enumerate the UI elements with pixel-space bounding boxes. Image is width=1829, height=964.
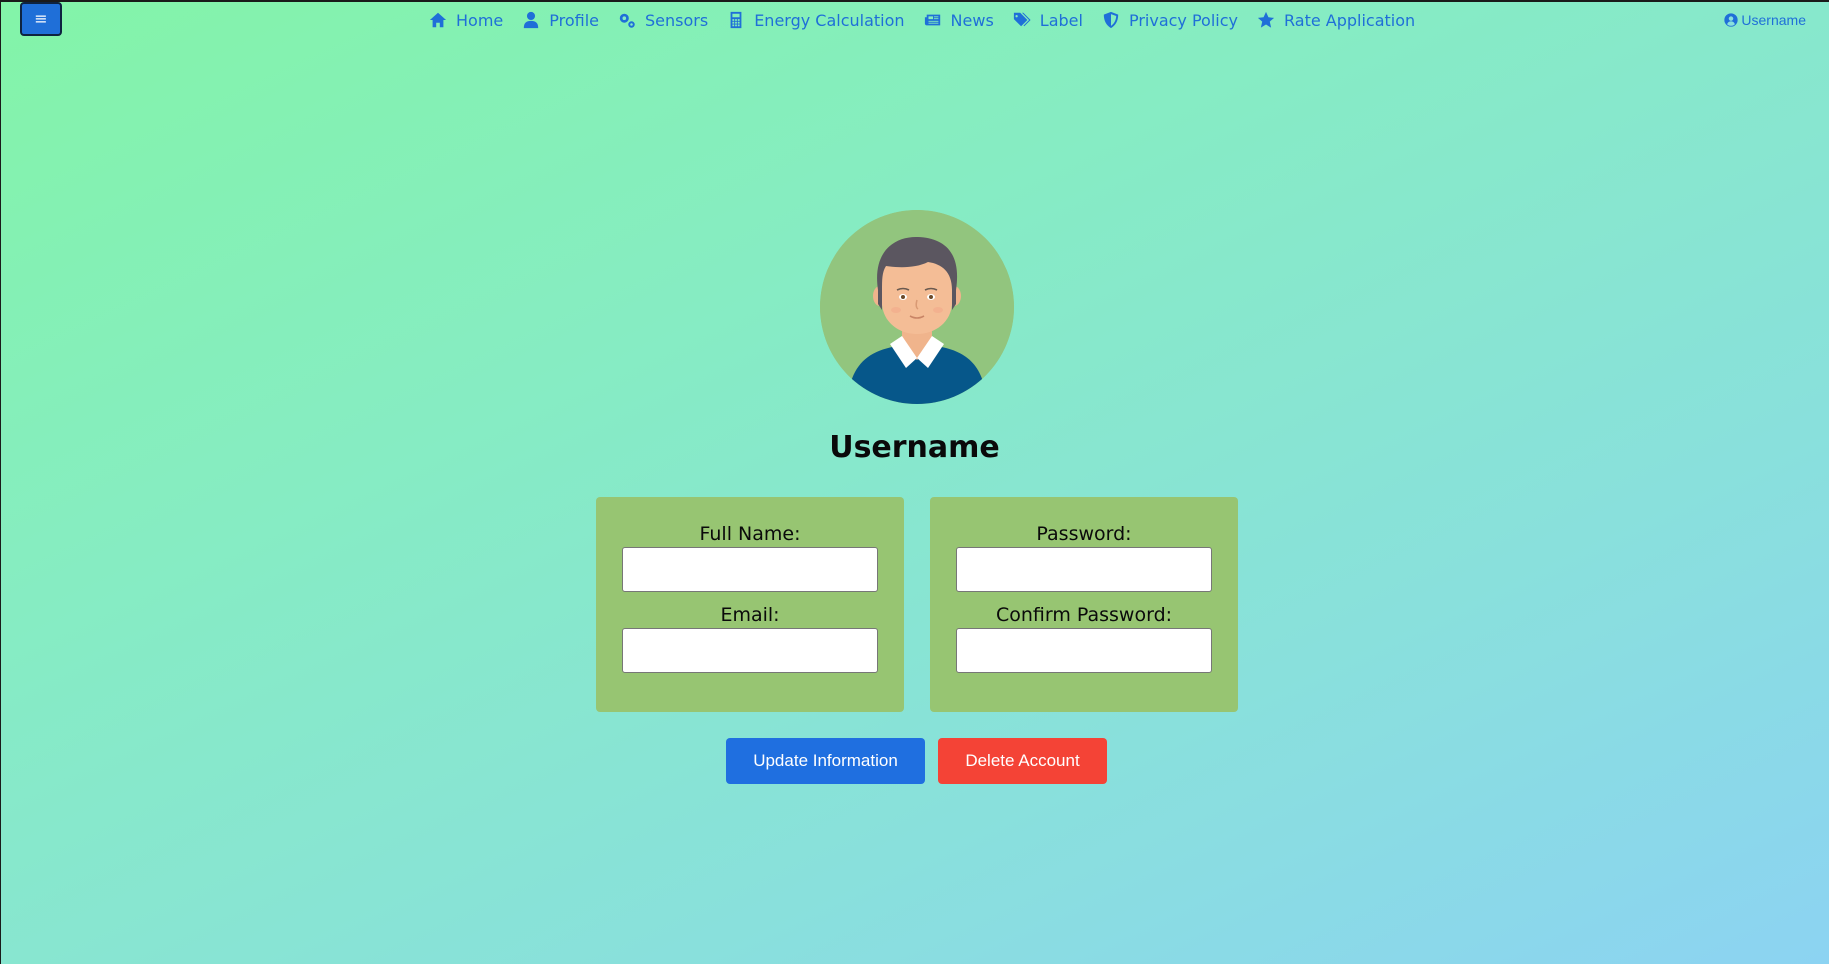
user-circle-icon: [1724, 13, 1739, 27]
calculator-icon: [730, 11, 742, 29]
password-card: Password: Confirm Password:: [930, 497, 1238, 712]
user-menu-link[interactable]: Username: [1724, 12, 1806, 28]
email-input[interactable]: [622, 628, 878, 673]
nav-item-label: Rate Application: [1284, 10, 1416, 30]
personal-info-card: Full Name: Email:: [596, 497, 904, 712]
menu-toggle-button[interactable]: ≡: [20, 2, 62, 36]
nav-item-profile[interactable]: Profile: [522, 11, 599, 30]
star-icon: [1257, 11, 1275, 28]
nav-item-privacy-policy[interactable]: Privacy Policy: [1102, 11, 1238, 30]
nav-item-sensors[interactable]: Sensors: [618, 11, 708, 30]
avatar-illustration: [820, 210, 1014, 404]
hamburger-icon: ≡: [34, 9, 48, 28]
nav-item-label: Privacy Policy: [1128, 10, 1238, 30]
password-input[interactable]: [956, 547, 1212, 592]
full-name-input[interactable]: [622, 547, 878, 592]
confirm-password-input[interactable]: [956, 628, 1212, 673]
user-menu-label: Username: [1741, 12, 1806, 28]
nav-item-label: Energy Calculation: [754, 10, 905, 30]
home-icon: [429, 12, 447, 28]
newspaper-icon: [924, 14, 940, 26]
nav-item-rate-application[interactable]: Rate Application: [1257, 11, 1415, 30]
nav-item-energy-calculation[interactable]: Energy Calculation: [727, 10, 905, 30]
nav-item-label-text: Label: [1039, 10, 1083, 30]
confirm-password-label: Confirm Password:: [995, 604, 1173, 626]
email-label: Email:: [720, 604, 780, 626]
nav-item-home[interactable]: Home: [429, 11, 503, 30]
password-label: Password:: [1036, 523, 1132, 545]
user-icon: [524, 11, 539, 29]
nav-item-label: News: [950, 10, 994, 30]
nav-item-label: Sensors: [645, 10, 709, 30]
delete-account-button[interactable]: Delete Account: [938, 738, 1107, 784]
full-name-label: Full Name:: [699, 523, 801, 545]
nav-item-label: Home: [456, 10, 504, 30]
profile-avatar: [820, 210, 1014, 404]
tags-icon: [1013, 12, 1031, 27]
gears-icon: [619, 13, 635, 28]
top-navbar: ≡ Home Profile Sensors Energy Calculatio…: [0, 0, 1829, 40]
nav-item-label[interactable]: Label: [1013, 11, 1083, 30]
nav-item-label: Profile: [549, 10, 599, 30]
main-nav: Home Profile Sensors Energy Calculation …: [429, 9, 1434, 31]
update-information-button[interactable]: Update Information: [726, 738, 925, 784]
profile-username: Username: [829, 430, 1000, 465]
shield-icon: [1103, 11, 1119, 29]
nav-item-news[interactable]: News: [924, 11, 994, 30]
